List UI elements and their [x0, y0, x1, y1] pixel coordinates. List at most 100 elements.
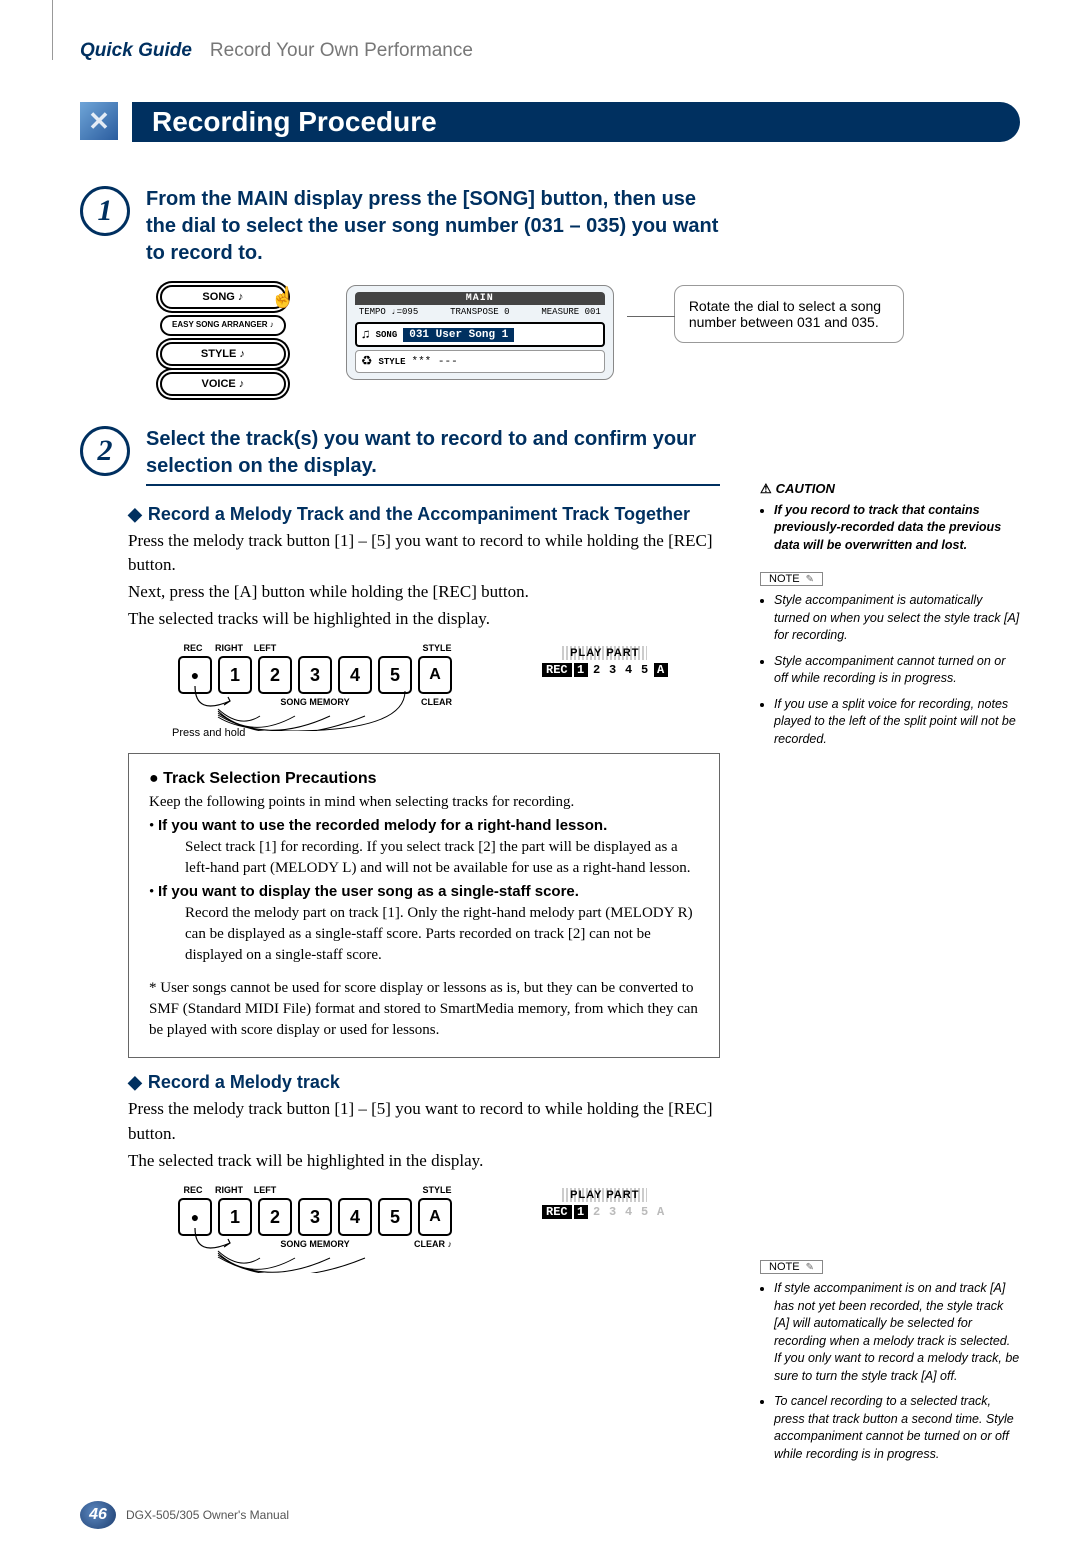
kb-label-rec: REC [178, 643, 208, 653]
kb-label-right: RIGHT [214, 643, 244, 653]
sub-a-heading: ◆Record a Melody Track and the Accompani… [128, 504, 720, 525]
page-footer: 46 DGX-505/305 Owner's Manual [80, 1501, 1020, 1529]
lcd-style-label: STYLE [378, 357, 405, 367]
press-arrows-b [190, 1223, 420, 1273]
page-header: Quick Guide Record Your Own Performance [80, 40, 1020, 62]
note-label-1: NOTE [769, 573, 800, 585]
prec-b2-lead: If you want to display the user song as … [158, 883, 579, 900]
step-2-number: 2 [80, 426, 130, 476]
lcd-song-value: 031 User Song 1 [403, 328, 514, 342]
keyboard-figure-a: REC RIGHT LEFT STYLE 1 2 3 4 5 [178, 643, 720, 739]
step-2: 2 Select the track(s) you want to record… [80, 426, 720, 486]
song-button-label: SONG [202, 291, 234, 303]
easy-song-button: EASY SONG ARRANGER ♪ [160, 315, 286, 336]
kb-label-style: STYLE [422, 643, 452, 653]
device-buttons: SONG ♪ ☝ EASY SONG ARRANGER ♪ STYLE ♪ VO… [160, 285, 286, 396]
sub-b-heading: ◆Record a Melody track [128, 1072, 720, 1093]
prec-b1-body: Select track [1] for recording. If you s… [185, 837, 699, 879]
step-1: 1 From the MAIN display press the [SONG]… [80, 186, 1020, 267]
sub-a-p3: The selected tracks will be highlighted … [128, 607, 720, 632]
sub-a-title: Record a Melody Track and the Accompanim… [148, 504, 690, 524]
pp-rec-a: REC [542, 663, 572, 677]
kb-clear: CLEAR [421, 697, 452, 707]
sub-b-p2: The selected track will be highlighted i… [128, 1149, 720, 1174]
note1-item-1: Style accompaniment is automatically tur… [774, 592, 1020, 645]
sub-b-p1: Press the melody track button [1] – [5] … [128, 1097, 720, 1146]
sub-b-title: Record a Melody track [148, 1072, 340, 1092]
note2-item-2: To cancel recording to a selected track,… [774, 1393, 1020, 1463]
step-2-text: Select the track(s) you want to record t… [146, 426, 720, 486]
pp-rec-b: REC [542, 1205, 572, 1219]
quick-guide-label: Quick Guide [80, 40, 192, 62]
page-number: 46 [80, 1501, 116, 1529]
style-button-label: STYLE [201, 348, 236, 360]
note-header-2: NOTE [760, 1260, 823, 1274]
prec-asterisk: * User songs cannot be used for score di… [149, 978, 699, 1041]
pp-b-A: A [654, 1205, 668, 1219]
song-button: SONG ♪ ☝ [160, 285, 286, 309]
precautions-box: Track Selection Precautions Keep the fol… [128, 753, 720, 1058]
sub-a-p2: Next, press the [A] button while holding… [128, 580, 720, 605]
step-1-text: From the MAIN display press the [SONG] b… [146, 186, 726, 267]
pp-a-1: 1 [574, 663, 588, 677]
section-title-text: Recording Procedure [132, 102, 1020, 142]
note1-item-3: If you use a split voice for recording, … [774, 696, 1020, 749]
style-button: STYLE ♪ [160, 342, 286, 366]
pp-a-3: 3 [606, 663, 620, 677]
note-icon: ♫ [362, 327, 370, 342]
breadcrumb: Record Your Own Performance [210, 40, 473, 62]
play-part-title-a: PLAY PART [562, 646, 647, 660]
dial-callout: Rotate the dial to select a song number … [674, 285, 904, 343]
play-part-display-b: PLAY PART REC 1 2 3 4 5 A [542, 1185, 668, 1219]
dial-callout-text: Rotate the dial to select a song number … [689, 298, 881, 330]
lcd-song-label: SONG [376, 330, 398, 340]
section-title: Recording Procedure [80, 102, 1020, 142]
style-icon: ♻ [361, 354, 373, 369]
kb-btn-a: A [418, 656, 452, 694]
pp-a-2: 2 [590, 663, 604, 677]
kb-label-right-b: RIGHT [214, 1185, 244, 1195]
note-header-1: NOTE [760, 572, 823, 586]
kb-btn-a-b: A [418, 1198, 452, 1236]
lcd-transpose: TRANSPOSE 0 [450, 307, 509, 317]
note1-item-2: Style accompaniment cannot turned on or … [774, 653, 1020, 688]
lcd-style-row: ♻ STYLE *** --- [355, 350, 605, 373]
precautions-intro: Keep the following points in mind when s… [149, 792, 699, 813]
note-box-2: If style accompaniment is on and track [… [760, 1280, 1020, 1463]
keyboard-figure-b: REC RIGHT LEFT STYLE 1 2 3 4 5 [178, 1185, 720, 1249]
pp-b-3: 3 [606, 1205, 620, 1219]
caution-item: If you record to track that contains pre… [774, 502, 1020, 555]
pp-b-4: 4 [622, 1205, 636, 1219]
kb-label-left: LEFT [250, 643, 280, 653]
voice-button-label: VOICE [202, 378, 236, 390]
lcd-style-value: *** --- [411, 356, 457, 368]
section-x-icon [80, 102, 118, 140]
lcd-tempo: TEMPO ♩=095 [359, 307, 418, 317]
easy-song-label: EASY SONG ARRANGER [172, 320, 268, 329]
pp-a-4: 4 [622, 663, 636, 677]
prec-b1-lead: If you want to use the recorded melody f… [158, 817, 607, 834]
step-1-number: 1 [80, 186, 130, 236]
note2-item-1: If style accompaniment is on and track [… [774, 1280, 1020, 1385]
play-part-display-a: PLAY PART REC 1 2 3 4 5 A [542, 643, 668, 677]
pp-a-A: A [654, 663, 668, 677]
pp-b-1: 1 [574, 1205, 588, 1219]
lcd-main-display: MAIN TEMPO ♩=095 TRANSPOSE 0 MEASURE 001… [346, 285, 614, 380]
kb-label-left-b: LEFT [250, 1185, 280, 1195]
caution-box: ⚠ CAUTION If you record to track that con… [760, 480, 1020, 555]
pp-b-5: 5 [638, 1205, 652, 1219]
caution-label: CAUTION [776, 481, 835, 496]
prec-b2-body: Record the melody part on track [1]. Onl… [185, 903, 699, 966]
caution-icon: ⚠ [760, 481, 772, 496]
footer-text: DGX-505/305 Owner's Manual [126, 1508, 289, 1522]
kb-label-rec-b: REC [178, 1185, 208, 1195]
precautions-title: Track Selection Precautions [149, 770, 699, 788]
pp-a-5: 5 [638, 663, 652, 677]
note-box-1: Style accompaniment is automatically tur… [760, 592, 1020, 748]
kb-label-style-b: STYLE [422, 1185, 452, 1195]
lcd-song-row: ♫ SONG 031 User Song 1 [355, 322, 605, 347]
lcd-measure: MEASURE 001 [541, 307, 600, 317]
play-part-title-b: PLAY PART [562, 1188, 647, 1202]
lcd-title: MAIN [355, 292, 605, 305]
note-label-2: NOTE [769, 1261, 800, 1273]
